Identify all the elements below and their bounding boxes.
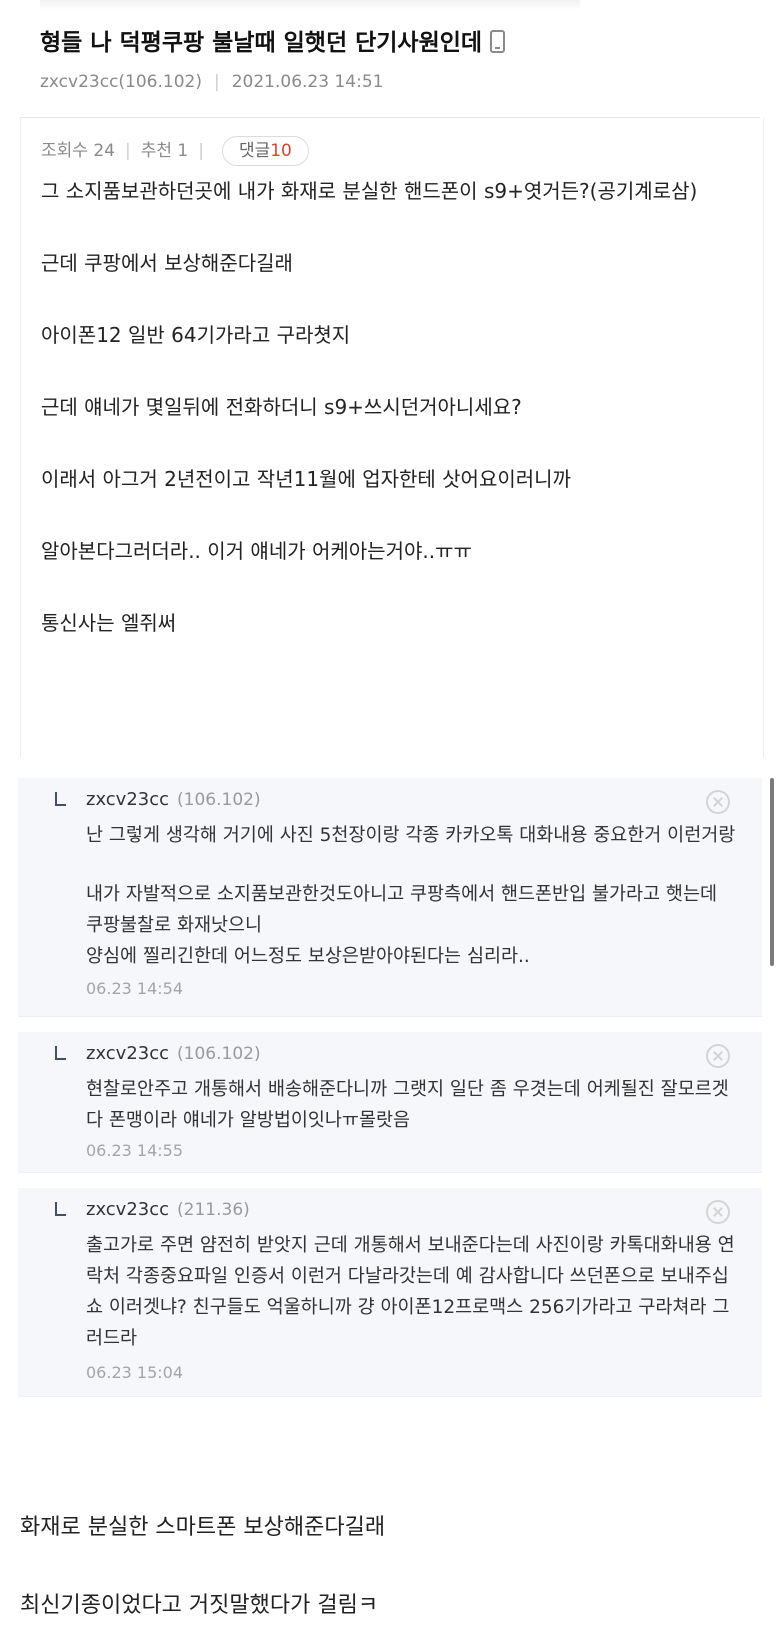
close-icon[interactable] bbox=[706, 790, 730, 814]
comment-time: 06.23 14:55 bbox=[86, 1141, 183, 1160]
reply-arrow-icon bbox=[55, 1202, 66, 1216]
comment-ip: (211.36) bbox=[177, 1200, 250, 1220]
post-title: 형들 나 덕평쿠팡 불날때 일햇던 단기사원인데 bbox=[40, 26, 506, 60]
comment-author-line: zxcv23cc (106.102) bbox=[86, 1040, 261, 1068]
like-count: 추천 1 bbox=[140, 141, 189, 161]
post-header: 형들 나 덕평쿠팡 불날때 일햇던 단기사원인데 zxcv23cc(106.10… bbox=[0, 0, 780, 118]
close-icon[interactable] bbox=[706, 1044, 730, 1068]
comment-line: 내가 자발적으로 소지품보관한것도아니고 쿠팡측에서 핸드폰반입 불가라고 햇는… bbox=[86, 884, 717, 936]
comment-list: zxcv23cc (106.102) 난 그렇게 생각해 거기에 사진 5천장이랑… bbox=[18, 778, 774, 1454]
post-paragraph: 그 소지품보관하던곳에 내가 화재로 분실한 핸드폰이 s9+엿거든?(공기계로… bbox=[41, 179, 698, 203]
close-icon[interactable] bbox=[706, 1200, 730, 1224]
post-author[interactable]: zxcv23cc(106.102) bbox=[40, 72, 202, 92]
post-meta: zxcv23cc(106.102) | 2021.06.23 14:51 bbox=[40, 70, 383, 94]
comment-count-label: 댓글 bbox=[238, 141, 271, 161]
post-paragraph: 이래서 아그거 2년전이고 작년11월에 업자한테 삿어요이러니까 bbox=[41, 467, 571, 491]
post-paragraph: 아이폰12 일반 64기가라고 구라쳣지 bbox=[41, 323, 351, 347]
comment-text: 난 그렇게 생각해 거기에 사진 5천장이랑 각종 카카오톡 대화내용 중요한거… bbox=[86, 820, 736, 972]
comment-count-button[interactable]: 댓글10 bbox=[221, 136, 309, 166]
comment-author[interactable]: zxcv23cc bbox=[86, 789, 169, 810]
comment-author[interactable]: zxcv23cc bbox=[86, 1199, 169, 1220]
meta-divider: | bbox=[213, 72, 220, 92]
comment-count-number: 10 bbox=[270, 141, 292, 161]
post-datetime: 2021.06.23 14:51 bbox=[231, 72, 384, 92]
comment-line: 현찰로안주고 개통해서 배송해준다니까 그랫지 일단 좀 우겻는데 어케될진 잘… bbox=[86, 1079, 729, 1131]
comment-author-line: zxcv23cc (211.36) bbox=[86, 1196, 250, 1224]
view-count: 조회수 24 bbox=[41, 141, 115, 161]
post-paragraph: 통신사는 엘쥐써 bbox=[41, 611, 177, 635]
comment-time: 06.23 14:54 bbox=[86, 979, 183, 998]
comment-author-line: zxcv23cc (106.102) bbox=[86, 786, 261, 814]
comment-time: 06.23 15:04 bbox=[86, 1363, 183, 1382]
comment-item: zxcv23cc (106.102) 난 그렇게 생각해 거기에 사진 5천장이랑… bbox=[18, 778, 762, 1017]
stats-divider: | bbox=[124, 141, 131, 161]
post-stats: 조회수 24 | 추천 1 | 댓글10 bbox=[41, 136, 309, 166]
comment-line: 출고가로 주면 얌전히 받앗지 근데 개통해서 보내준다는데 사진이랑 카톡대화… bbox=[86, 1235, 735, 1349]
phone-icon bbox=[490, 30, 506, 53]
post-paragraph: 근데 쿠팡에서 보상해준다길래 bbox=[41, 251, 293, 275]
post-body: 조회수 24 | 추천 1 | 댓글10 그 소지품보관하던곳에 내가 화재로 분실한 … bbox=[20, 118, 764, 758]
reply-arrow-icon bbox=[55, 792, 66, 806]
comment-author[interactable]: zxcv23cc bbox=[86, 1043, 169, 1064]
comment-ip: (106.102) bbox=[177, 790, 261, 810]
caption-line: 최신기종이었다고 거짓말했다가 걸림ㅋ bbox=[20, 1593, 379, 1618]
scrollbar[interactable] bbox=[770, 778, 774, 966]
comment-text: 출고가로 주면 얌전히 받앗지 근데 개통해서 보내준다는데 사진이랑 카톡대화… bbox=[86, 1230, 736, 1354]
caption-line: 화재로 분실한 스마트폰 보상해준다길래 bbox=[20, 1515, 386, 1540]
reply-arrow-icon bbox=[55, 1046, 66, 1060]
stats-divider: | bbox=[198, 141, 204, 161]
comment-item: zxcv23cc (106.102) 현찰로안주고 개통해서 배송해준다니까 그랫… bbox=[18, 1032, 762, 1173]
comment-text: 현찰로안주고 개통해서 배송해준다니까 그랫지 일단 좀 우겻는데 어케될진 잘… bbox=[86, 1074, 736, 1136]
comment-item: zxcv23cc (211.36) 출고가로 주면 얌전히 받앗지 근데 개통해서… bbox=[18, 1188, 762, 1397]
comment-ip: (106.102) bbox=[177, 1044, 261, 1064]
post-paragraph: 알아본다그러더라.. 이거 얘네가 어케아는거야..ㅠㅠ bbox=[41, 539, 472, 563]
post-content: 그 소지품보관하던곳에 내가 화재로 분실한 핸드폰이 s9+엿거든?(공기계로… bbox=[41, 174, 731, 678]
post-title-text: 형들 나 덕평쿠팡 불날때 일햇던 단기사원인데 bbox=[40, 30, 483, 56]
comment-line-gap bbox=[86, 851, 736, 879]
post-paragraph: 근데 얘네가 몇일뒤에 전화하더니 s9+쓰시던거아니세요? bbox=[41, 395, 522, 419]
top-fade bbox=[40, 0, 580, 10]
comment-line: 난 그렇게 생각해 거기에 사진 5천장이랑 각종 카카오톡 대화내용 중요한거… bbox=[86, 825, 736, 846]
comment-line: 양심에 찔리긴한데 어느정도 보상은받아야된다는 심리라.. bbox=[86, 946, 530, 967]
